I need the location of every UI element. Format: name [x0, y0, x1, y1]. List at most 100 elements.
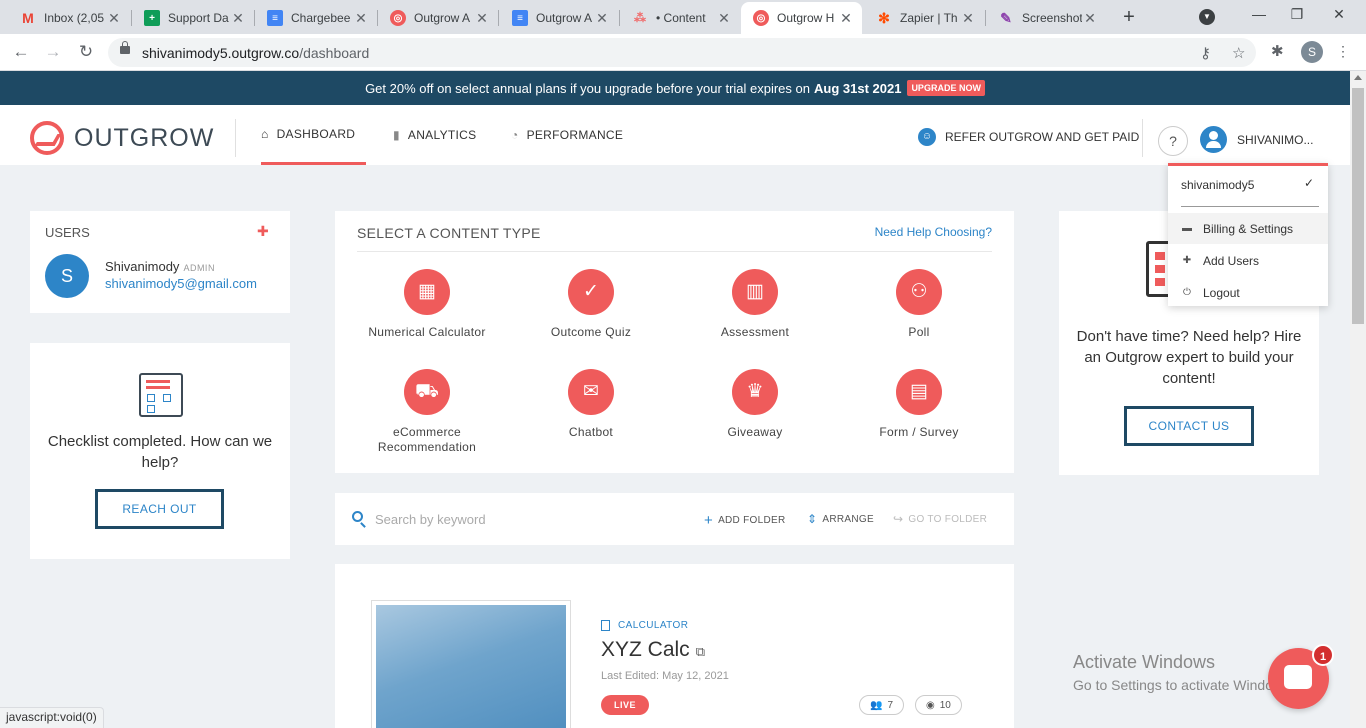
- redirect-icon: ↪: [893, 512, 904, 526]
- url-text: shivanimody5.outgrow.co/dashboard: [142, 45, 370, 61]
- browser-tab-content[interactable]: ⁂ • Content ✕: [620, 2, 740, 34]
- tab-title: Zapier | Th: [900, 11, 958, 25]
- content-type-giveaway[interactable]: ♛ Giveaway: [680, 369, 830, 440]
- content-name[interactable]: XYZ Calc ⧉: [601, 638, 705, 662]
- dropdown-username[interactable]: shivanimody5: [1181, 178, 1254, 192]
- page-scrollbar[interactable]: [1350, 71, 1366, 728]
- content-type-ecommerce[interactable]: ⛟ eCommerce Recommendation: [352, 369, 502, 455]
- zapier-icon: ✻: [878, 9, 890, 26]
- content-type-form-survey[interactable]: ▤ Form / Survey: [844, 369, 994, 440]
- star-icon[interactable]: ☆: [1232, 44, 1245, 62]
- new-tab-button[interactable]: +: [1118, 6, 1140, 28]
- checklist-icon: [139, 373, 183, 417]
- search-bar: + ADD FOLDER ⇕ ARRANGE ↪ GO TO FOLDER: [335, 493, 1014, 545]
- minimize-icon[interactable]: —: [1249, 6, 1269, 22]
- close-icon[interactable]: ✕: [474, 10, 490, 27]
- content-type-outcome-quiz[interactable]: ✓ Outcome Quiz: [516, 269, 666, 340]
- promo-date: Aug 31st 2021: [814, 80, 902, 96]
- nav-performance[interactable]: ◔ PERFORMANCE: [511, 105, 623, 165]
- scroll-up-arrow-icon[interactable]: [1354, 75, 1362, 80]
- close-icon[interactable]: ✕: [106, 10, 122, 27]
- users-count-badge: 👥 7: [859, 695, 905, 715]
- chat-unread-badge: 1: [1312, 644, 1334, 666]
- profile-avatar[interactable]: S: [1301, 41, 1323, 63]
- nav-dashboard[interactable]: ⌂ DASHBOARD: [261, 105, 366, 165]
- extensions-puzzle-icon[interactable]: ✱: [1271, 42, 1284, 60]
- browser-tab-gmail[interactable]: M Inbox (2,05 ✕: [8, 2, 130, 34]
- outgrow-logo[interactable]: OUTGROW: [30, 121, 214, 155]
- forward-arrow-icon[interactable]: →: [42, 41, 64, 63]
- close-icon[interactable]: ✕: [716, 10, 732, 27]
- menu-item-logout[interactable]: ⏻ Logout: [1168, 277, 1328, 308]
- go-to-folder-button[interactable]: ↪ GO TO FOLDER: [893, 512, 987, 526]
- content-type-numerical-calculator[interactable]: ▦ Numerical Calculator: [352, 269, 502, 340]
- key-icon[interactable]: ⚷: [1200, 44, 1211, 62]
- close-icon[interactable]: ✕: [230, 10, 246, 27]
- search-input[interactable]: [375, 508, 655, 530]
- scrollbar-thumb[interactable]: [1352, 88, 1364, 324]
- refer-link[interactable]: ☺ REFER OUTGROW AND GET PAID: [918, 128, 1139, 146]
- user-dropdown-menu: shivanimody5 ✓ ▬ Billing & Settings ✚ Ad…: [1168, 163, 1328, 306]
- group-icon: 👥: [870, 699, 883, 711]
- reach-out-button[interactable]: REACH OUT: [95, 489, 224, 529]
- power-icon: ⏻: [1183, 287, 1191, 298]
- menu-item-add-users[interactable]: ✚ Add Users: [1168, 245, 1328, 276]
- user-menu-name[interactable]: SHIVANIMO...: [1237, 133, 1313, 147]
- add-folder-button[interactable]: + ADD FOLDER: [704, 512, 786, 529]
- content-type-card: SELECT A CONTENT TYPE Need Help Choosing…: [335, 211, 1014, 473]
- upgrade-now-button[interactable]: UPGRADE NOW: [907, 80, 985, 96]
- content-type-poll[interactable]: ⚇ Poll: [844, 269, 994, 340]
- live-badge: LIVE: [601, 695, 649, 715]
- close-icon[interactable]: ✕: [353, 10, 369, 27]
- browser-tab-support[interactable]: + Support Da ✕: [132, 2, 254, 34]
- views-count-badge: ◉ 10: [915, 695, 962, 715]
- referral-icon: ☺: [918, 128, 936, 146]
- user-name: Shivanimody ADMIN: [105, 259, 215, 274]
- close-icon[interactable]: ✕: [1082, 10, 1098, 27]
- browser-tab-outgrow-doc[interactable]: ≡ Outgrow A ✕: [500, 2, 618, 34]
- help-button[interactable]: ?: [1158, 126, 1188, 156]
- tab-search-icon[interactable]: ▼: [1199, 9, 1215, 25]
- restore-icon[interactable]: ❐: [1287, 6, 1307, 23]
- content-type-assessment[interactable]: ▥ Assessment: [680, 269, 830, 340]
- more-menu-icon[interactable]: ⋮: [1336, 43, 1350, 60]
- tab-title: Outgrow H: [777, 11, 835, 25]
- nav-analytics[interactable]: ▮ ANALYTICS: [393, 105, 476, 165]
- promo-text: Get 20% off on select annual plans if yo…: [365, 80, 810, 96]
- content-item-card: CALCULATOR XYZ Calc ⧉ Last Edited: May 12…: [335, 564, 1014, 728]
- browser-tab-chargebee[interactable]: ≡ Chargebee ✕: [255, 2, 377, 34]
- users-title: USERS: [45, 225, 90, 240]
- outgrow-icon: ◎: [390, 10, 406, 26]
- external-link-icon[interactable]: ⧉: [696, 644, 705, 659]
- need-help-link[interactable]: Need Help Choosing?: [875, 225, 992, 239]
- close-icon[interactable]: ✕: [594, 10, 610, 27]
- user-email[interactable]: shivanimody5@gmail.com: [105, 276, 257, 291]
- gauge-icon: ◔: [511, 128, 519, 142]
- docs-icon: ≡: [267, 10, 283, 26]
- plus-icon: +: [704, 512, 714, 529]
- back-arrow-icon[interactable]: ←: [10, 41, 32, 63]
- contact-us-button[interactable]: CONTACT US: [1124, 406, 1254, 446]
- sort-icon: ⇕: [807, 512, 818, 526]
- arrange-button[interactable]: ⇕ ARRANGE: [807, 512, 874, 526]
- address-bar[interactable]: shivanimody5.outgrow.co/dashboard ⚷ ☆: [108, 38, 1256, 67]
- browser-tab-outgrow-active[interactable]: ◎ Outgrow H ✕: [741, 2, 862, 34]
- browser-tab-outgrow-a[interactable]: ◎ Outgrow A ✕: [378, 2, 498, 34]
- role-badge: ADMIN: [183, 263, 215, 273]
- browser-tab-screenshot[interactable]: ✎ Screenshot ✕: [986, 2, 1106, 34]
- close-icon[interactable]: ✕: [838, 10, 854, 27]
- content-type-chatbot[interactable]: ✉ Chatbot: [516, 369, 666, 440]
- logo-text: OUTGROW: [74, 123, 215, 152]
- trophy-icon: ♛: [732, 369, 778, 415]
- hire-text: Don't have time? Need help? Hire an Outg…: [1076, 328, 1302, 387]
- browser-tab-zapier[interactable]: ✻ Zapier | Th ✕: [864, 2, 984, 34]
- reload-icon[interactable]: ↻: [75, 41, 97, 63]
- chat-widget-button[interactable]: 1: [1268, 644, 1334, 709]
- menu-item-billing-settings[interactable]: ▬ Billing & Settings: [1168, 213, 1328, 244]
- asana-icon: ⁂: [634, 11, 646, 25]
- add-user-icon[interactable]: ✚: [257, 223, 269, 240]
- content-thumbnail[interactable]: [371, 600, 571, 728]
- window-close-icon[interactable]: ✕: [1329, 6, 1349, 23]
- user-avatar-icon[interactable]: [1200, 126, 1227, 153]
- close-icon[interactable]: ✕: [960, 10, 976, 27]
